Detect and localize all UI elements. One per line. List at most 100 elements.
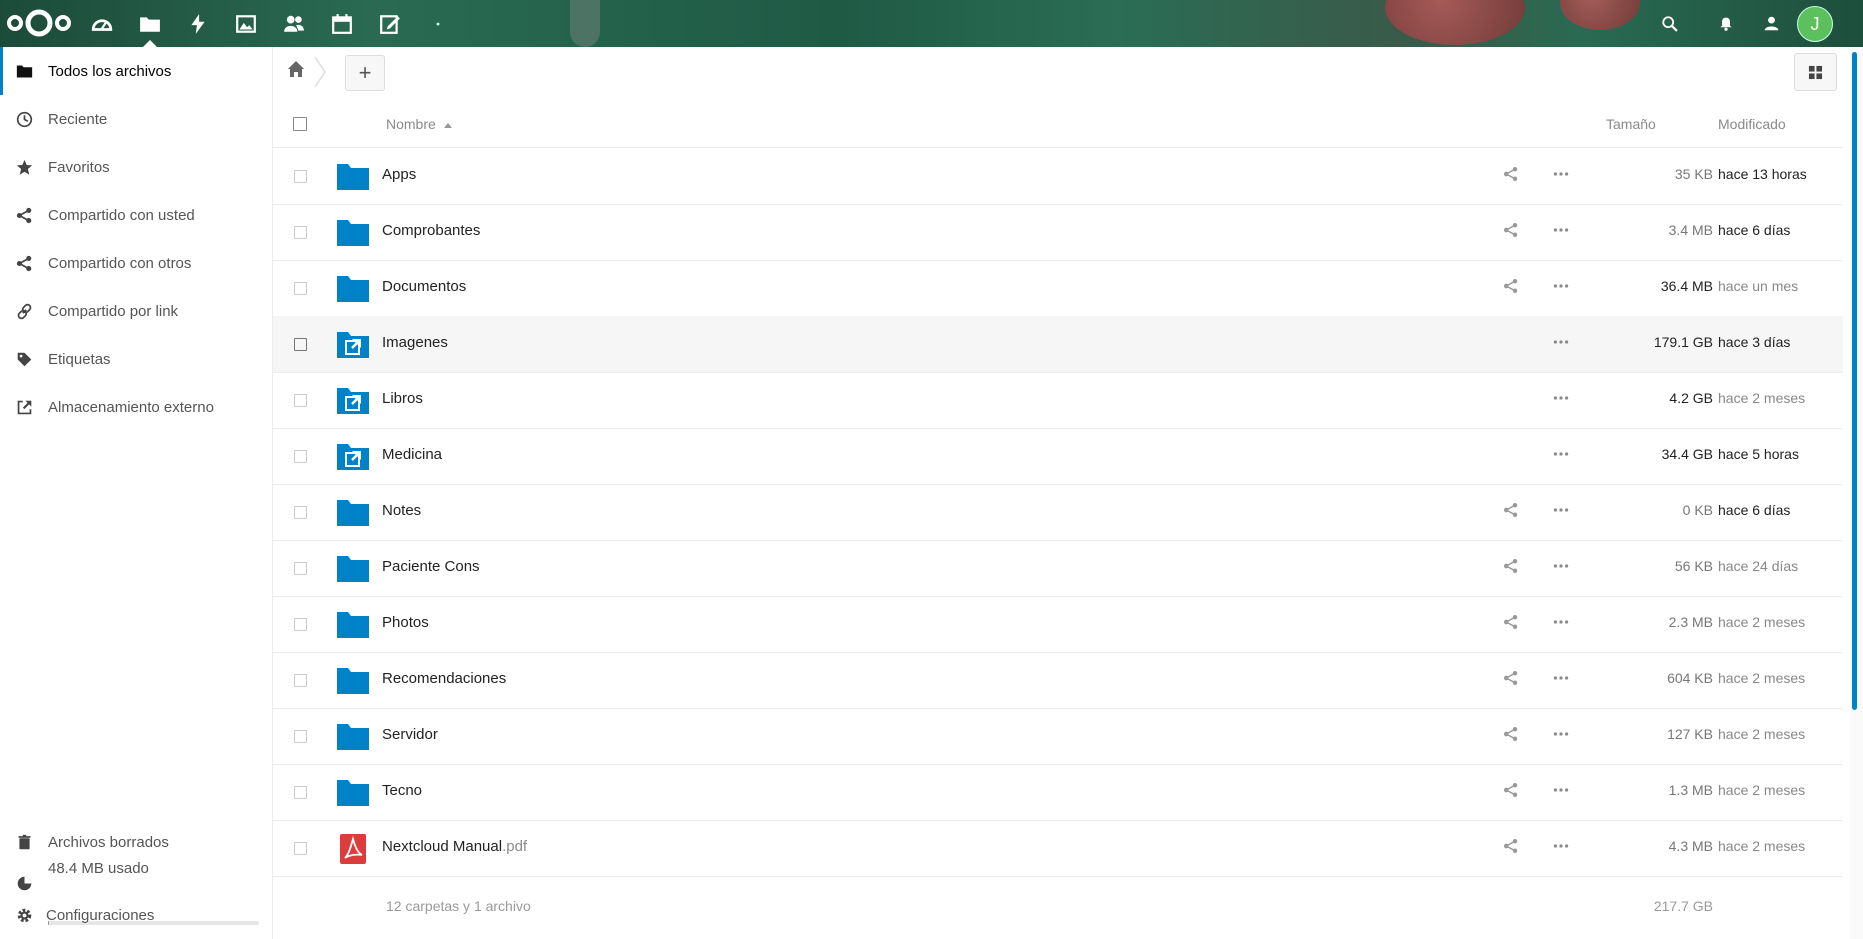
file-name[interactable]: Comprobantes (382, 222, 480, 239)
column-modified-header[interactable]: Modificado (1718, 116, 1786, 132)
more-actions-icon[interactable] (1553, 670, 1573, 690)
file-size: 35 KB (1674, 166, 1713, 182)
sidebar-item-8[interactable]: Almacenamiento externo (0, 383, 272, 431)
nextcloud-logo[interactable] (6, 8, 72, 38)
row-checkbox[interactable] (294, 226, 307, 239)
more-actions-icon[interactable] (1553, 726, 1573, 746)
row-checkbox[interactable] (294, 506, 307, 519)
table-row[interactable]: Apps 35 KB hace 13 horas (273, 148, 1843, 205)
app-calendar-icon[interactable] (319, 0, 365, 47)
file-name[interactable]: Nextcloud Manual.pdf (382, 838, 527, 855)
contacts-menu-icon[interactable] (1751, 0, 1791, 47)
row-checkbox[interactable] (294, 730, 307, 743)
user-avatar[interactable]: J (1797, 6, 1833, 42)
more-actions-icon[interactable] (1553, 838, 1573, 858)
file-name[interactable]: Notes (382, 502, 421, 519)
notifications-icon[interactable] (1706, 0, 1746, 47)
table-row[interactable]: Paciente Cons 56 KB hace 24 días (273, 540, 1843, 597)
search-icon[interactable] (1650, 0, 1690, 47)
share-icon[interactable] (1503, 166, 1523, 186)
table-row[interactable]: Documentos 36.4 MB hace un mes (273, 260, 1843, 317)
row-checkbox[interactable] (294, 786, 307, 799)
sidebar-item-2[interactable]: Reciente (0, 95, 272, 143)
app-contacts-icon[interactable] (271, 0, 317, 47)
share-icon[interactable] (1503, 278, 1523, 298)
file-name[interactable]: Photos (382, 614, 429, 631)
share-icon[interactable] (1503, 838, 1523, 858)
row-checkbox[interactable] (294, 450, 307, 463)
share-icon[interactable] (1503, 614, 1523, 634)
more-actions-icon[interactable] (1553, 446, 1573, 466)
more-actions-icon[interactable] (1553, 390, 1573, 410)
app-activity-icon[interactable] (175, 0, 221, 47)
scrollbar-thumb[interactable] (1852, 52, 1857, 710)
settings-button[interactable]: Configuraciones (0, 891, 272, 939)
more-actions-icon[interactable] (1553, 782, 1573, 802)
share-icon[interactable] (1503, 726, 1523, 746)
row-checkbox[interactable] (294, 618, 307, 631)
app-gallery-icon[interactable] (223, 0, 269, 47)
table-row[interactable]: Recomendaciones 604 KB hace 2 meses (273, 652, 1843, 709)
column-name-header[interactable]: Nombre (386, 116, 452, 132)
more-actions-icon[interactable] (1553, 222, 1573, 242)
sidebar-item-label: Compartido con usted (48, 206, 195, 224)
file-name[interactable]: Libros (382, 390, 423, 407)
table-row[interactable]: Notes 0 KB hace 6 días (273, 484, 1843, 541)
row-checkbox[interactable] (294, 170, 307, 183)
grid-view-toggle-icon[interactable] (1794, 53, 1837, 91)
navigation-sidebar: Todos los archivos Reciente Favoritos Compa… (0, 47, 273, 939)
more-actions-icon[interactable] (1553, 558, 1573, 578)
file-name[interactable]: Medicina (382, 446, 442, 463)
sidebar-item-7[interactable]: Etiquetas (0, 335, 272, 383)
breadcrumb-home-icon[interactable] (286, 59, 308, 81)
folder-icon (337, 665, 369, 695)
share-icon[interactable] (1503, 222, 1523, 242)
file-name[interactable]: Servidor (382, 726, 438, 743)
row-checkbox[interactable] (294, 842, 307, 855)
file-size: 34.4 GB (1661, 446, 1713, 462)
new-file-button[interactable]: + (345, 55, 385, 91)
file-name[interactable]: Imagenes (382, 334, 448, 351)
file-name[interactable]: Documentos (382, 278, 466, 295)
table-row[interactable]: Imagenes 179.1 GB hace 3 días (273, 316, 1843, 373)
row-checkbox[interactable] (294, 282, 307, 295)
file-name[interactable]: Recomendaciones (382, 670, 506, 687)
table-row[interactable]: Tecno 1.3 MB hace 2 meses (273, 764, 1843, 821)
app-dashboard-icon[interactable] (79, 0, 125, 47)
row-checkbox[interactable] (294, 394, 307, 407)
sidebar-item-5[interactable]: Compartido con otros (0, 239, 272, 287)
sidebar-item-label: Archivos borrados (48, 833, 169, 851)
share-icon[interactable] (1503, 782, 1523, 802)
file-name[interactable]: Apps (382, 166, 416, 183)
sidebar-item-1[interactable]: Todos los archivos (0, 47, 272, 95)
table-row[interactable]: Libros 4.2 GB hace 2 meses (273, 372, 1843, 429)
table-row[interactable]: Servidor 127 KB hace 2 meses (273, 708, 1843, 765)
share-icon[interactable] (1503, 670, 1523, 690)
more-actions-icon[interactable] (1553, 278, 1573, 298)
app-notes-icon[interactable] (367, 0, 413, 47)
file-modified: hace 13 horas (1718, 166, 1807, 182)
share-icon[interactable] (1503, 502, 1523, 522)
column-size-header[interactable]: Tamaño (1606, 116, 1656, 132)
table-row[interactable]: Photos 2.3 MB hace 2 meses (273, 596, 1843, 653)
more-actions-icon[interactable] (1553, 502, 1573, 522)
more-actions-icon[interactable] (1553, 166, 1573, 186)
select-all-checkbox[interactable] (293, 117, 307, 131)
row-checkbox[interactable] (294, 338, 307, 351)
row-checkbox[interactable] (294, 562, 307, 575)
file-name[interactable]: Paciente Cons (382, 558, 480, 575)
table-row[interactable]: Medicina 34.4 GB hace 5 horas (273, 428, 1843, 485)
sidebar-item-6[interactable]: Compartido por link (0, 287, 272, 335)
file-name[interactable]: Tecno (382, 782, 422, 799)
table-row[interactable]: Nextcloud Manual.pdf 4.3 MB hace 2 meses (273, 820, 1843, 877)
sidebar-item-4[interactable]: Compartido con usted (0, 191, 272, 239)
sidebar-item-3[interactable]: Favoritos (0, 143, 272, 191)
more-actions-icon[interactable] (1553, 334, 1573, 354)
row-checkbox[interactable] (294, 674, 307, 687)
more-actions-icon[interactable] (1553, 614, 1573, 634)
share-icon[interactable] (1503, 558, 1523, 578)
table-row[interactable]: Comprobantes 3.4 MB hace 6 días (273, 204, 1843, 261)
app-files-icon[interactable] (127, 0, 173, 47)
file-size: 604 KB (1667, 670, 1713, 686)
app-more-apps-icon[interactable] (415, 0, 461, 47)
